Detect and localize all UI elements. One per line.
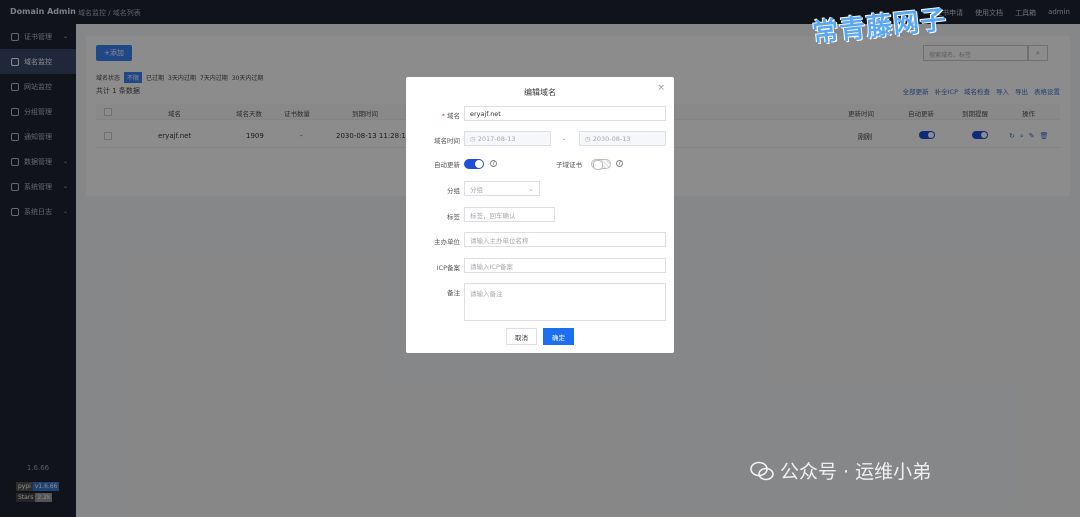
dialog-title: 编辑域名 [524, 88, 556, 97]
icp-label: ICP备案 [436, 264, 460, 272]
group-select[interactable]: 分组 ⌄ [464, 181, 540, 196]
tags-label: 标签 [447, 213, 460, 221]
sponsor-input[interactable]: 请输入主办单位名称 [464, 232, 666, 247]
chevron-down-icon: ⌄ [528, 184, 534, 193]
group-placeholder: 分组 [470, 185, 483, 194]
domain-label-text: 域名 [447, 112, 460, 120]
date-separator: - [563, 135, 566, 143]
calendar-icon: ◷ [585, 134, 593, 143]
watermark-bottom-text: 公众号 · 运维小弟 [780, 461, 932, 483]
group-label: 分组 [447, 187, 460, 195]
cancel-button[interactable]: 取消 [506, 328, 537, 345]
confirm-button[interactable]: 确定 [543, 328, 574, 345]
tags-input[interactable]: 标签，回车确认 [464, 207, 555, 222]
auto-update-toggle[interactable] [464, 159, 484, 169]
start-date-value: 2017-08-13 [477, 134, 516, 143]
wechat-logo-icon [750, 461, 774, 480]
close-icon[interactable]: × [657, 83, 665, 93]
watermark-bottom: 公众号 · 运维小弟 [750, 457, 931, 484]
calendar-icon: ◷ [470, 134, 478, 143]
end-date-value: 2030-08-13 [592, 134, 631, 143]
start-date-input[interactable]: ◷ 2017-08-13 [464, 131, 551, 146]
domain-time-label: 域名时间 [434, 137, 460, 145]
subdomain-cert-label: 子域证书 [556, 161, 582, 169]
edit-domain-dialog: 编辑域名 × * 域名 eryajf.net 域名时间 ◷ 2017-08-13… [406, 77, 674, 353]
remark-label: 备注 [447, 289, 460, 297]
auto-update-label: 自动更新 [434, 161, 460, 169]
domain-label: * 域名 [441, 112, 460, 120]
help-icon[interactable]: ? [616, 160, 623, 167]
end-date-input[interactable]: ◷ 2030-08-13 [579, 131, 666, 146]
icp-input[interactable]: 请输入ICP备案 [464, 258, 666, 273]
domain-input[interactable]: eryajf.net [464, 106, 666, 121]
help-icon[interactable]: ? [490, 160, 497, 167]
subdomain-cert-toggle[interactable] [591, 159, 611, 170]
sponsor-label: 主办单位 [434, 238, 460, 246]
remark-textarea[interactable]: 请输入备注 [464, 283, 666, 321]
